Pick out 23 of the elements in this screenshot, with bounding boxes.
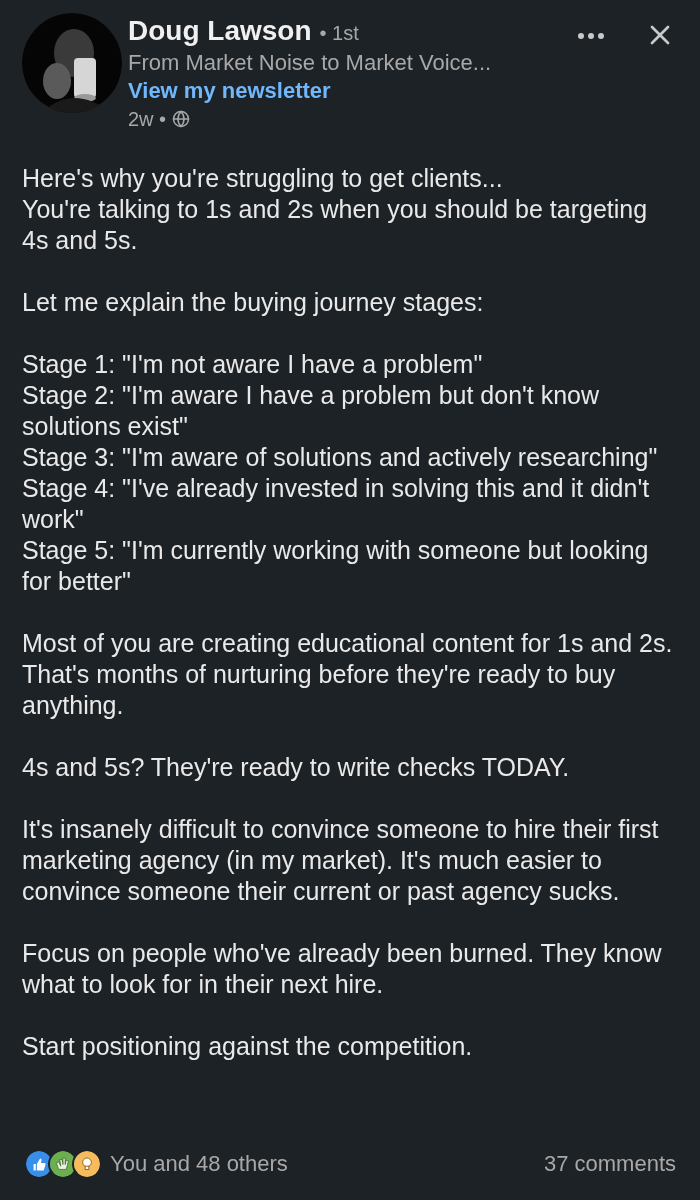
post-text: Most of you are creating educational content for 1s and 2s. That's months of nurturing before they're ready to buy anything. — [22, 628, 674, 721]
newsletter-link[interactable]: View my newsletter — [128, 77, 331, 105]
post-text: You're talking to 1s and 2s when you should be targeting 4s and 5s. — [22, 194, 649, 256]
post-text: It's insanely difficult to convince someone to hire their first marketing agency (in my market). It's much easier to convince someone their current or past agency sucks. — [22, 814, 660, 907]
reactions-count[interactable]: You and 48 others — [110, 1147, 288, 1180]
connection-degree: • 1st — [319, 21, 359, 46]
author-headline: From Market Noise to Market Voice... — [128, 49, 493, 77]
post-text: 4s and 5s? They're ready to write checks TODAY. — [22, 752, 571, 783]
author-name[interactable]: Doug Lawson — [128, 13, 312, 49]
post-text: Stage 4: "I've already invested in solving this and it didn't work" — [22, 473, 651, 535]
post-age: 2w • — [128, 107, 167, 132]
post-text: Focus on people who've already been burned. They know what to look for in their next hire. — [22, 938, 663, 1000]
post-text: Let me explain the buying journey stages: — [22, 287, 485, 318]
post-text: Stage 1: "I'm not aware I have a problem" — [22, 349, 484, 380]
post-text: Start positioning against the competition. — [22, 1031, 474, 1062]
post-text: Stage 5: "I'm currently working with someone but looking for better" — [22, 535, 650, 597]
post-text: Stage 3: "I'm aware of solutions and actively researching" — [22, 442, 659, 473]
comments-count[interactable]: 37 comments — [543, 1147, 676, 1180]
globe-icon — [172, 110, 191, 128]
post-text: Here's why you're struggling to get clients... — [22, 163, 504, 194]
more-options-button[interactable] — [578, 33, 604, 39]
post-text: Stage 2: "I'm aware I have a problem but don't know solutions exist" — [22, 380, 601, 442]
more-icon — [578, 33, 604, 39]
